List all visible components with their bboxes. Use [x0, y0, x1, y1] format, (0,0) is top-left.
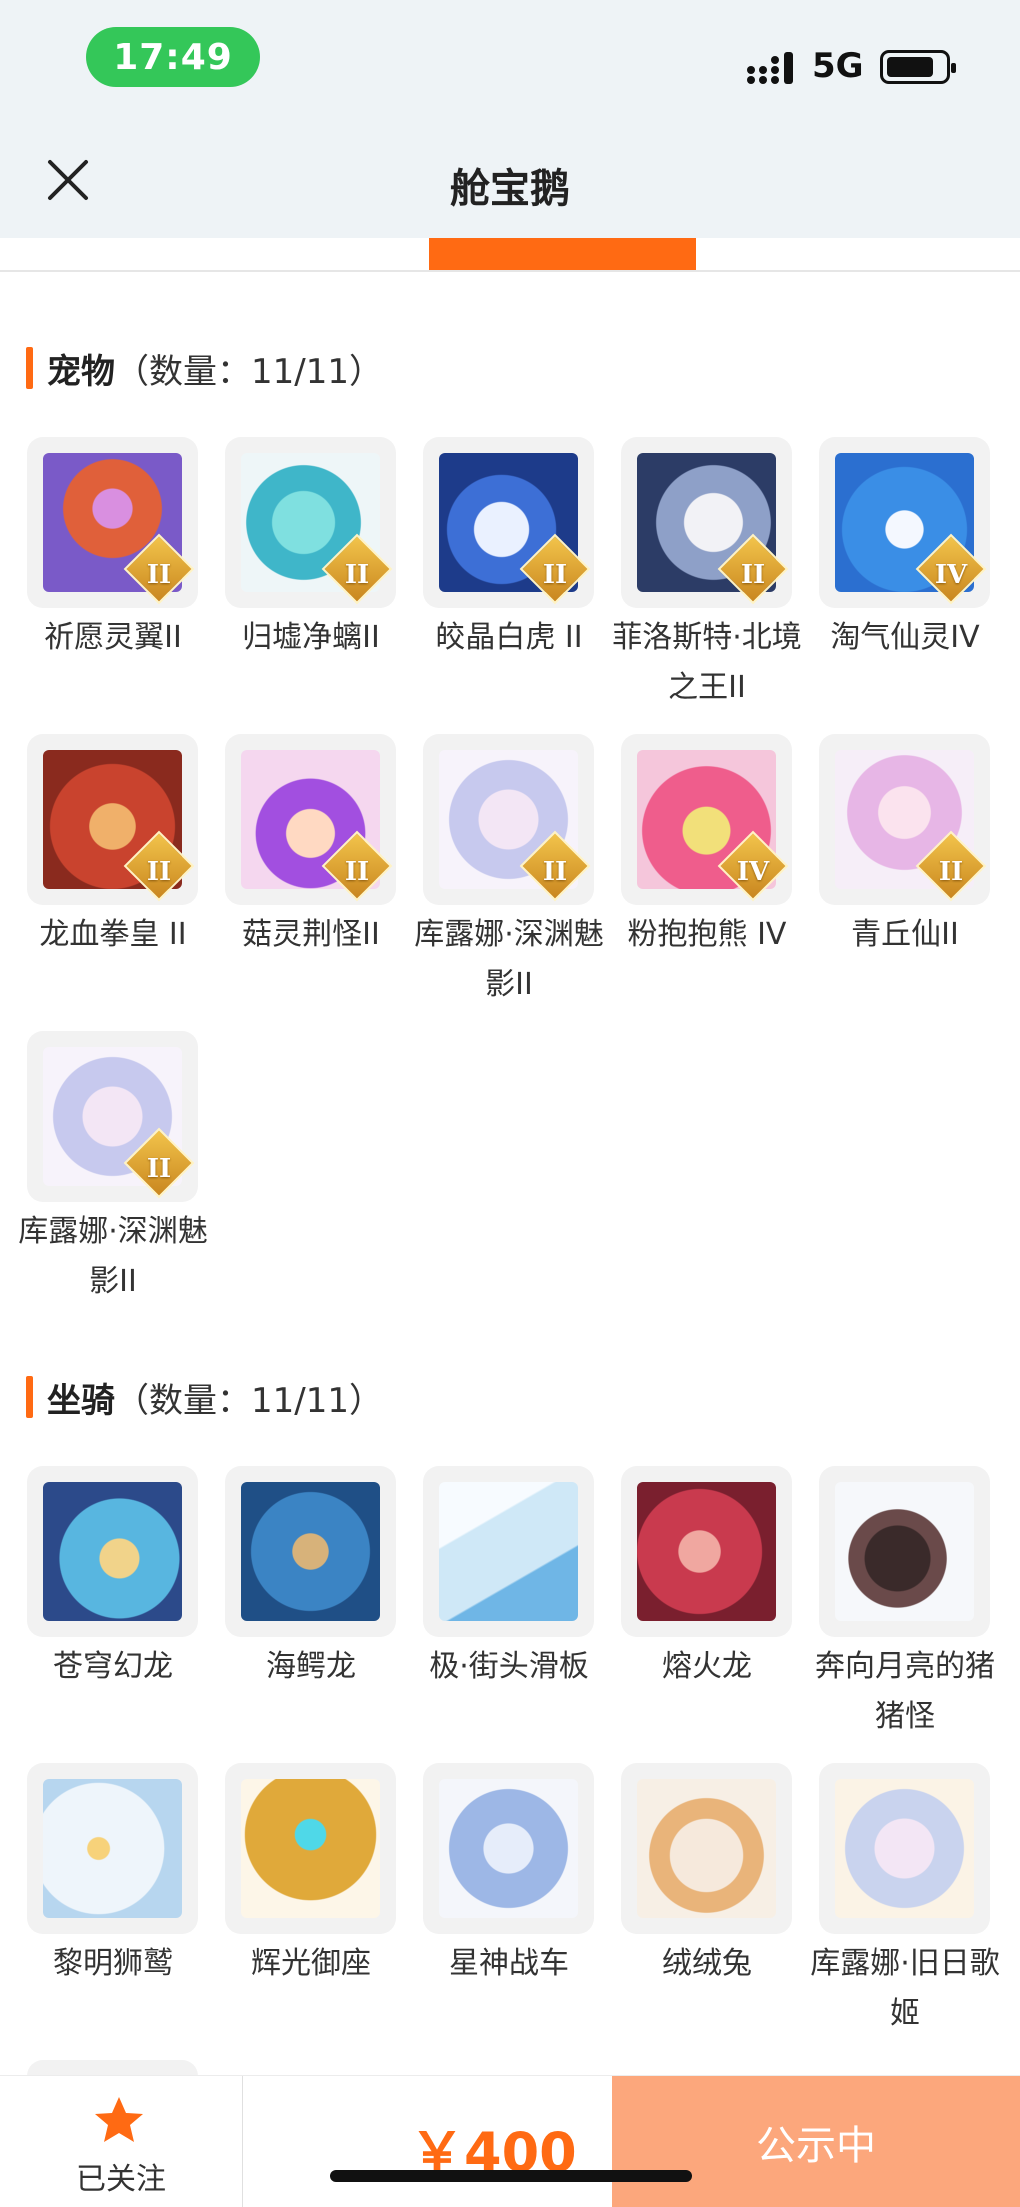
fluffy-rabbit-mount-icon	[621, 1763, 792, 1934]
section-title: 宠物	[47, 351, 115, 392]
star-horse-mount-icon	[423, 1763, 594, 1934]
kuluna-pet-icon: II	[423, 734, 594, 905]
mount-name: 奔向月亮的猪猪怪	[815, 1649, 995, 1734]
mount-name: 黎明狮鹫	[53, 1946, 173, 1981]
mount-name: 辉光御座	[251, 1946, 371, 1981]
sea-crocodile-dragon-mount-icon	[225, 1466, 396, 1637]
status-button[interactable]: 公示中	[612, 2076, 1020, 2207]
status-bar: 17:49 5G	[0, 0, 1020, 120]
nav-bar: 舱宝鹅	[0, 120, 1020, 238]
divider	[0, 270, 1020, 272]
section-accent-bar	[26, 1376, 33, 1418]
mount-name: 海鳄龙	[266, 1649, 356, 1684]
mount-name: 极·街头滑板	[429, 1649, 589, 1684]
pet-name: 青丘仙II	[851, 917, 959, 952]
section-count: （数量：11/11）	[115, 351, 383, 392]
pet-name: 皎晶白虎 II	[435, 620, 583, 655]
purple-sprite-pet-icon: II	[225, 734, 396, 905]
star-icon	[95, 2097, 143, 2142]
pet-name: 库露娜·深渊魅影II	[414, 917, 604, 1002]
pet-name: 菲洛斯特·北境之王II	[612, 620, 802, 705]
white-tiger-pet-icon: II	[423, 437, 594, 608]
pet-name: 龙血拳皇 II	[39, 917, 187, 952]
mount-name: 绒绒兔	[662, 1946, 752, 1981]
time-indicator: 17:49	[86, 27, 260, 87]
section-count: （数量：11/11）	[115, 1380, 383, 1421]
network-type: 5G	[812, 46, 864, 86]
follow-button[interactable]: 已关注	[0, 2076, 242, 2207]
active-tab-indicator	[429, 238, 696, 270]
fox-fairy-pet-icon: II	[819, 734, 990, 905]
bottom-bar: 已关注 ￥400 公示中	[0, 2075, 1020, 2207]
mount-name: 星神战车	[449, 1946, 569, 1981]
lava-dragon-mount-icon	[621, 1466, 792, 1637]
pet-name: 粉抱抱熊 IV	[627, 917, 787, 952]
section-title: 坐骑	[47, 1380, 115, 1421]
mount-name: 熔火龙	[662, 1649, 752, 1684]
skateboard-mount-icon	[423, 1466, 594, 1637]
section-header-pets: 宠物 （数量：11/11）	[26, 345, 383, 392]
griffin-mount-icon	[27, 1763, 198, 1934]
kuluna-singer-mount-icon	[819, 1763, 990, 1934]
pet-name: 菇灵荆怪II	[242, 917, 380, 952]
kuluna-pet-icon: II	[27, 1031, 198, 1202]
north-king-pet-icon: II	[621, 437, 792, 608]
mount-name: 苍穹幻龙	[53, 1649, 173, 1684]
mount-name: 库露娜·旧日歌姬	[810, 1946, 1000, 2031]
phoenix-pet-icon: II	[27, 437, 198, 608]
moon-pig-mount-icon	[819, 1466, 990, 1637]
pet-name: 库露娜·深渊魅影II	[18, 1214, 208, 1299]
pet-name: 归墟净螭II	[242, 620, 380, 655]
home-indicator	[330, 2170, 692, 2182]
pink-bear-pet-icon: IV	[621, 734, 792, 905]
sky-dragon-mount-icon	[27, 1466, 198, 1637]
red-beast-pet-icon: II	[27, 734, 198, 905]
pet-name: 淘气仙灵IV	[830, 620, 980, 655]
pet-name: 祈愿灵翼II	[44, 620, 182, 655]
follow-label: 已关注	[76, 2162, 166, 2197]
signal-icon	[747, 52, 793, 84]
sea-dragon-pet-icon: II	[225, 437, 396, 608]
section-accent-bar	[26, 347, 33, 389]
blue-puppy-pet-icon: IV	[819, 437, 990, 608]
section-header-mounts: 坐骑 （数量：11/11）	[26, 1374, 383, 1421]
golden-throne-mount-icon	[225, 1763, 396, 1934]
divider	[242, 2076, 243, 2207]
battery-icon	[880, 50, 956, 84]
page-title: 舱宝鹅	[450, 166, 570, 212]
